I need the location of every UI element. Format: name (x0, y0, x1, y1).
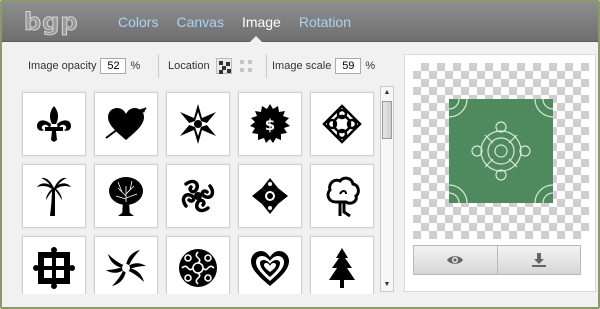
image-tile-star-burst[interactable] (166, 92, 230, 156)
tab-rotation[interactable]: Rotation (299, 14, 351, 30)
pine-tree-icon (329, 248, 355, 288)
image-tile-spiral-sun[interactable] (94, 236, 158, 294)
location-label: Location (168, 60, 210, 72)
pattern-preview (449, 99, 553, 203)
scale-label: Image scale (272, 60, 332, 72)
oak-tree-icon (109, 177, 143, 216)
image-controls: Image opacity % Location Image scale (12, 50, 394, 82)
opacity-input[interactable] (100, 58, 127, 74)
svg-text:$: $ (265, 116, 275, 134)
image-tile-fleur-de-lis[interactable] (22, 92, 86, 156)
app-logo: bgp (24, 8, 79, 37)
eye-icon (447, 256, 464, 264)
location-random-icon[interactable] (215, 58, 232, 74)
image-tile-dollar-seal[interactable]: $ (238, 92, 302, 156)
top-navigation-bar: bgp Colors Canvas Image Rotation (2, 2, 598, 42)
swirl-flourish-icon (181, 179, 215, 213)
image-tile-square-ornament[interactable] (22, 236, 86, 294)
image-tile-heart-arrow[interactable] (94, 92, 158, 156)
palm-tree-icon (37, 177, 71, 216)
location-grid-icon[interactable] (238, 58, 254, 74)
image-tile-pine-tree[interactable] (310, 236, 374, 294)
tab-image[interactable]: Image (242, 14, 281, 30)
image-grid-scrollbar[interactable]: ▲ ▼ (380, 86, 394, 292)
scroll-up-icon[interactable]: ▲ (381, 87, 393, 99)
divider (158, 54, 159, 78)
opacity-label: Image opacity (28, 60, 97, 72)
cartoon-tree-icon (326, 176, 360, 218)
heart-arrow-icon (105, 107, 147, 140)
scale-input[interactable] (335, 58, 362, 74)
celtic-knot-icon (322, 104, 362, 144)
image-tile-oak-tree[interactable] (94, 164, 158, 228)
nested-hearts-icon (251, 251, 289, 286)
tab-colors[interactable]: Colors (118, 14, 158, 30)
tab-canvas[interactable]: Canvas (176, 14, 223, 30)
divider (266, 54, 267, 78)
square-ornament-icon (33, 247, 75, 289)
opacity-unit: % (130, 60, 141, 72)
location-control: Location (168, 58, 254, 74)
active-tab-indicator (250, 36, 262, 42)
dollar-seal-icon: $ (250, 104, 290, 143)
preview-canvas (413, 63, 589, 239)
preview-actions (413, 245, 581, 275)
image-grid-viewport: $ (14, 86, 394, 294)
tab-bar: Colors Canvas Image Rotation (118, 14, 369, 30)
image-tile-round-filigree[interactable] (166, 236, 230, 294)
image-tile-diamond-ornament[interactable] (238, 164, 302, 228)
opacity-control: Image opacity % (28, 58, 140, 74)
preview-view-button[interactable] (413, 245, 498, 275)
preview-panel (404, 54, 596, 292)
diamond-ornament-icon (252, 178, 288, 214)
image-tile-nested-hearts[interactable] (238, 236, 302, 294)
scrollbar-thumb[interactable] (382, 101, 392, 139)
scroll-down-icon[interactable]: ▼ (381, 279, 393, 291)
download-icon (531, 253, 546, 267)
app-frame: bgp Colors Canvas Image Rotation Image o… (0, 0, 600, 309)
fleur-de-lis-icon (37, 106, 71, 142)
scale-unit: % (365, 60, 376, 72)
scale-control: Image scale % (272, 58, 375, 74)
round-filigree-icon (179, 249, 217, 287)
preview-download-button[interactable] (497, 245, 581, 275)
image-tile-palm-tree[interactable] (22, 164, 86, 228)
star-burst-icon (180, 104, 216, 144)
image-tile-cartoon-tree[interactable] (310, 164, 374, 228)
image-tile-celtic-knot[interactable] (310, 92, 374, 156)
spiral-sun-icon (106, 250, 146, 286)
image-tile-swirl-flourish[interactable] (166, 164, 230, 228)
